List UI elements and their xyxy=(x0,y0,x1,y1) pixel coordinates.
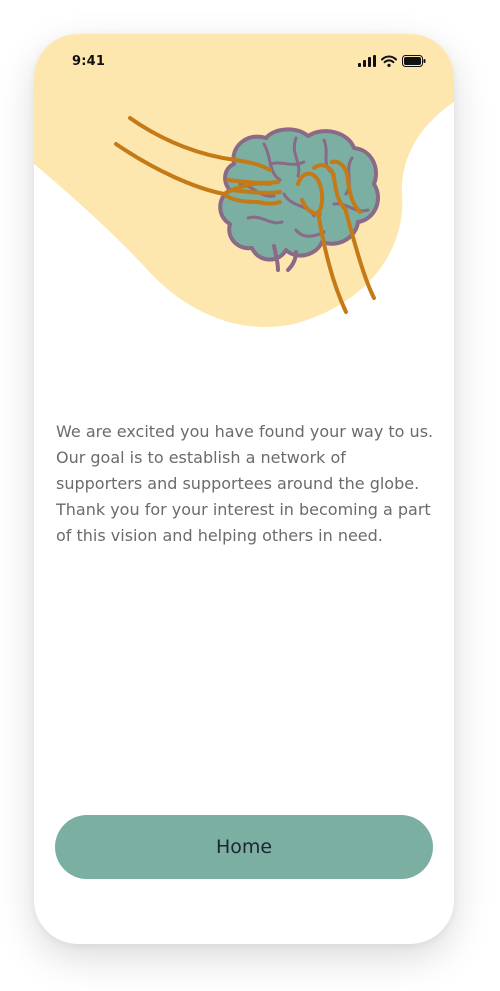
intro-text: We are excited you have found your way t… xyxy=(56,422,434,545)
status-bar: 9:41 xyxy=(34,34,454,88)
phone-frame: 9:41 We are excited you have found your … xyxy=(34,34,454,944)
status-icons xyxy=(358,54,426,68)
battery-icon xyxy=(402,55,426,67)
wifi-icon xyxy=(381,55,397,67)
home-button[interactable]: Home xyxy=(55,815,433,879)
signal-icon xyxy=(358,55,376,67)
status-time: 9:41 xyxy=(72,54,106,69)
